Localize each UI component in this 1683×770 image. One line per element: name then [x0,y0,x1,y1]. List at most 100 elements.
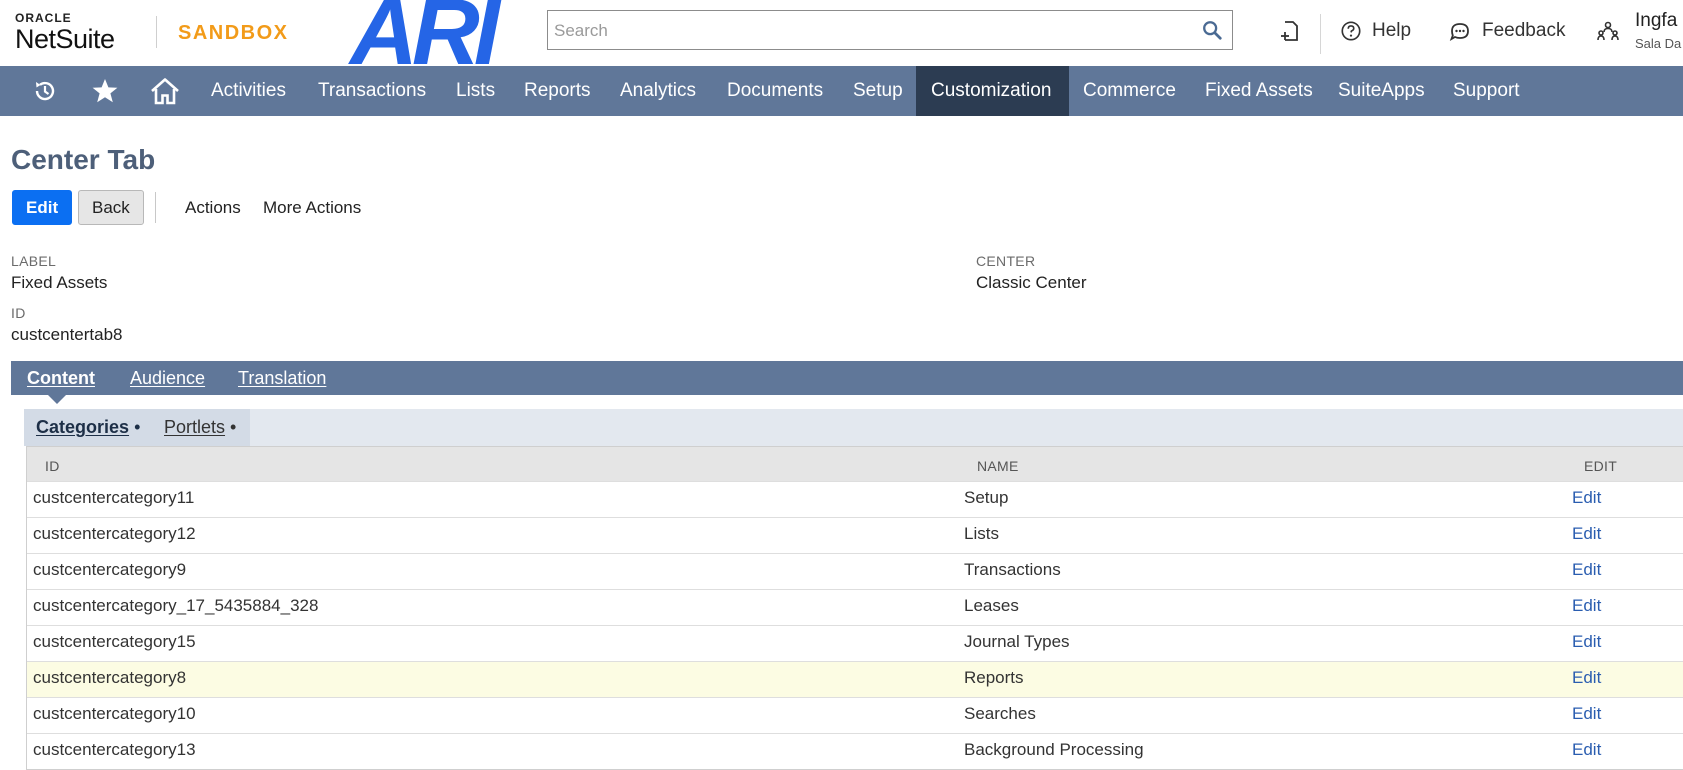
table-header: ID NAME EDIT [27,446,1683,481]
row-id: custcentercategory10 [33,704,196,723]
row-edit-link[interactable]: Edit [1572,668,1601,688]
id-field-value: custcentertab8 [11,325,123,344]
nav-lists[interactable]: Lists [441,66,510,116]
row-id: custcentercategory8 [33,668,187,687]
row-id: custcentercategory9 [33,560,187,579]
nav-customization[interactable]: Customization [916,66,1069,116]
netsuite-logo[interactable]: ORACLE NetSuite [15,12,115,54]
help-icon [1341,21,1361,41]
row-id: custcentercategory13 [33,740,196,759]
recent-records-icon [35,81,55,101]
main-navigation: Activities Transactions Lists Reports An… [0,66,1683,116]
row-name: Journal Types [964,632,1070,651]
edit-button[interactable]: Edit [12,190,73,225]
nav-fixed-assets[interactable]: Fixed Assets [1190,66,1328,116]
actions-menu[interactable]: Actions [185,198,241,218]
user-name[interactable]: Ingfa [1635,10,1677,32]
row-id: custcentercategory15 [33,632,196,651]
user-roles-icon [1597,21,1619,41]
logo-divider [156,16,157,48]
categories-table: ID NAME EDIT custcentercategory11 Setup … [26,446,1683,770]
row-name: Setup [964,488,1009,507]
global-search[interactable] [547,10,1233,50]
feedback-icon [1449,23,1469,42]
more-actions-menu[interactable]: More Actions [263,198,361,218]
user-roles-button[interactable] [1596,18,1630,44]
table-row-highlighted: custcentercategory8 Reports Edit [27,661,1683,697]
page-title: Center Tab [11,144,156,175]
home-button[interactable] [140,66,190,116]
row-name: Searches [964,704,1036,723]
feedback-label: Feedback [1482,20,1566,41]
row-edit-link[interactable]: Edit [1572,740,1601,760]
table-row: custcentercategory_17_5435884_328 Leases… [27,589,1683,625]
nav-activities[interactable]: Activities [196,66,301,116]
table-row: custcentercategory13 Background Processi… [27,733,1683,769]
nav-suiteapps[interactable]: SuiteApps [1323,66,1440,116]
subtab-portlets-label: Portlets [164,417,226,437]
global-header: ORACLE NetSuite SANDBOX ARI Help [0,0,1683,79]
subtab-portlets[interactable]: Portlets • [164,409,236,446]
search-icon[interactable] [1201,19,1223,41]
new-record-button[interactable] [1278,18,1312,44]
column-header-id[interactable]: ID [45,458,60,474]
button-divider [155,192,156,223]
user-role[interactable]: Sala Da [1635,36,1681,51]
table-row: custcentercategory10 Searches Edit [27,697,1683,733]
row-edit-link[interactable]: Edit [1572,560,1601,580]
row-id: custcentercategory_17_5435884_328 [33,596,319,615]
row-edit-link[interactable]: Edit [1572,524,1601,544]
table-row: custcentercategory15 Journal Types Edit [27,625,1683,661]
table-row: custcentercategory11 Setup Edit [27,481,1683,517]
active-tab-indicator [48,395,66,404]
subtab-portlets-marker: • [230,417,237,437]
header-divider [1320,14,1321,54]
row-id: custcentercategory11 [33,488,195,507]
row-name: Leases [964,596,1019,615]
sandbox-badge: SANDBOX [178,22,289,44]
row-edit-link[interactable]: Edit [1572,488,1601,508]
nav-documents[interactable]: Documents [712,66,838,116]
tab-content[interactable]: Content [27,361,95,395]
netsuite-wordmark: NetSuite [15,24,115,54]
shortcuts-button[interactable] [80,66,130,116]
row-name: Transactions [964,560,1061,579]
label-field-value: Fixed Assets [11,273,108,292]
row-name: Background Processing [964,740,1144,759]
center-field-value: Classic Center [976,273,1087,292]
back-button[interactable]: Back [78,190,144,225]
row-id: custcentercategory12 [33,524,196,543]
subtab-categories-label: Categories [36,417,130,437]
row-edit-link[interactable]: Edit [1572,596,1601,616]
id-field-caption: ID [11,305,26,321]
nav-setup[interactable]: Setup [838,66,918,116]
subtab-bar [24,409,1683,446]
record-tabs: Content Audience Translation [11,361,1683,395]
nav-commerce[interactable]: Commerce [1068,66,1191,116]
shortcuts-star-icon [92,79,118,103]
nav-transactions[interactable]: Transactions [303,66,441,116]
subtab-categories-marker: • [134,417,141,437]
search-input[interactable] [552,12,1186,50]
feedback-button[interactable]: Feedback [1448,18,1565,44]
tab-audience[interactable]: Audience [130,361,205,395]
center-field-caption: CENTER [976,253,1036,269]
oracle-wordmark: ORACLE [15,11,72,25]
label-field-caption: LABEL [11,253,57,269]
table-row: custcentercategory9 Transactions Edit [27,553,1683,589]
home-icon [151,78,179,105]
help-button[interactable]: Help [1340,18,1411,44]
row-edit-link[interactable]: Edit [1572,632,1601,652]
column-header-name[interactable]: NAME [977,458,1019,474]
subtab-categories[interactable]: Categories • [36,409,140,446]
row-name: Reports [964,668,1024,687]
nav-analytics[interactable]: Analytics [605,66,711,116]
nav-reports[interactable]: Reports [509,66,606,116]
column-header-edit: EDIT [1584,458,1618,474]
recent-records-button[interactable] [20,66,70,116]
row-edit-link[interactable]: Edit [1572,704,1601,724]
table-row: custcentercategory12 Lists Edit [27,517,1683,553]
tab-translation[interactable]: Translation [238,361,326,395]
nav-support[interactable]: Support [1438,66,1535,116]
help-label: Help [1372,20,1412,41]
